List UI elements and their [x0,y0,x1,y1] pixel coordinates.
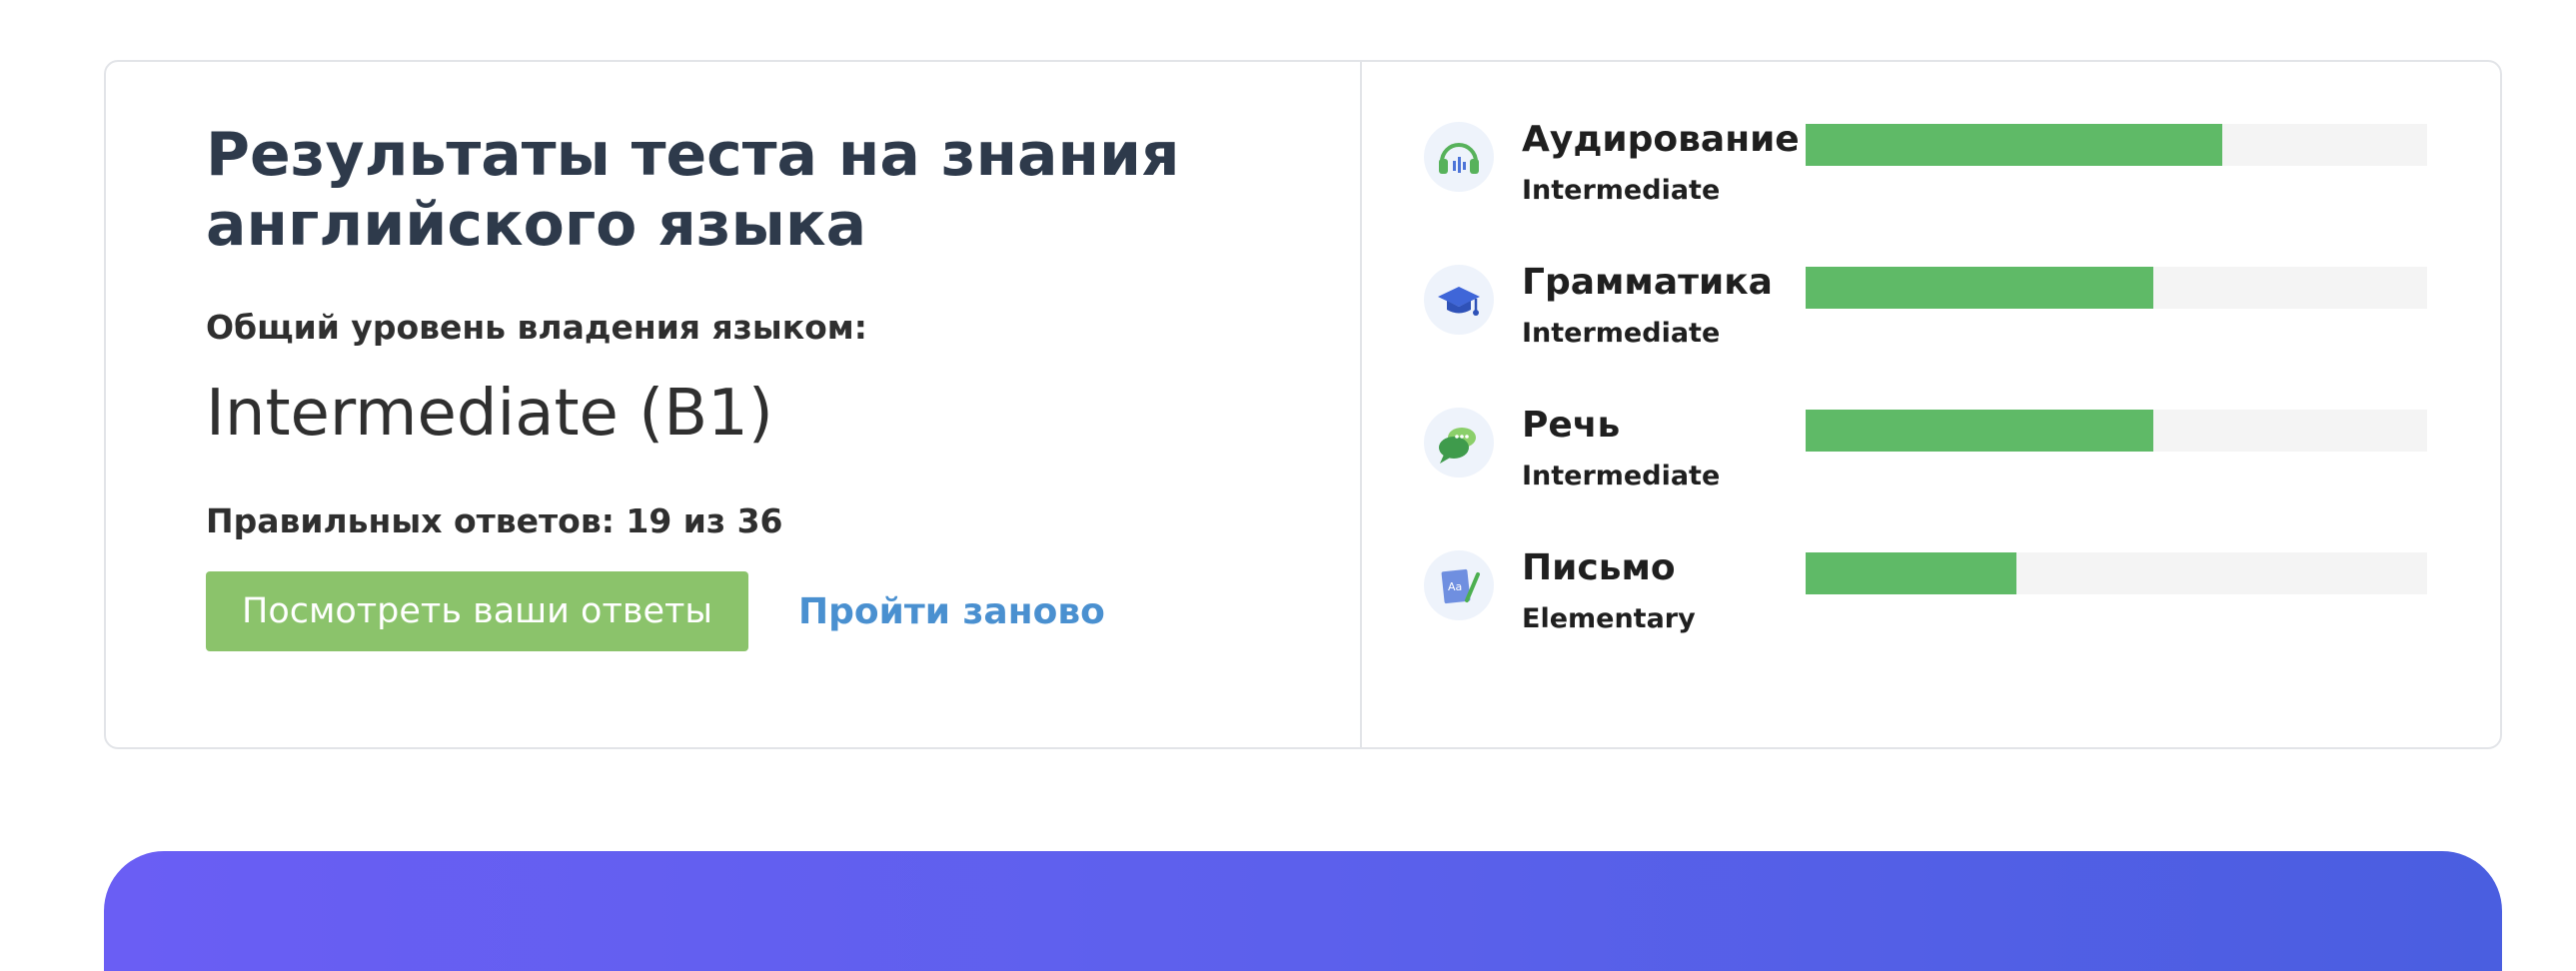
skill-name: Письмо [1522,547,1676,588]
skill-name: Аудирование [1522,119,1800,160]
skill-level: Intermediate [1522,175,1721,206]
skill-row-listening: Аудирование Intermediate [1424,118,2500,261]
skill-progress-track [1806,124,2427,166]
svg-text:Aa: Aa [1448,580,1462,593]
correct-answers-text: Правильных ответов: 19 из 36 [206,501,783,540]
skill-progress-fill [1806,267,2154,309]
overall-level-label: Общий уровень владения языком: [206,308,867,347]
skill-level: Elementary [1522,603,1696,634]
skill-progress-track [1806,267,2427,309]
actions: Посмотреть ваши ответы Пройти заново [206,571,1360,651]
graduation-cap-icon [1424,265,1494,335]
skill-row-writing: Aa Письмо Elementary [1424,546,2500,689]
retake-test-link[interactable]: Пройти заново [798,591,1105,632]
promo-banner [104,851,2502,971]
skill-name: Речь [1522,405,1621,446]
skill-level: Intermediate [1522,461,1721,491]
view-answers-button[interactable]: Посмотреть ваши ответы [206,571,749,651]
results-card: Результаты теста на знания английского я… [104,60,2502,749]
skill-progress-track [1806,410,2427,452]
notebook-pencil-icon: Aa [1424,550,1494,620]
skill-row-grammar: Грамматика Intermediate [1424,261,2500,404]
skill-progress-track [1806,552,2427,594]
overall-level-value: Intermediate (B1) [206,377,773,451]
skill-row-speaking: Речь Intermediate [1424,404,2500,546]
results-summary: Результаты теста на знания английского я… [106,62,1362,747]
skill-progress-fill [1806,410,2154,452]
skills-breakdown: Аудирование Intermediate Грамматика Inte… [1362,62,2500,747]
headphones-icon [1424,122,1494,192]
page-title: Результаты теста на знания английского я… [206,120,1180,260]
skill-name: Грамматика [1522,262,1773,303]
speech-bubble-icon [1424,408,1494,478]
skill-progress-fill [1806,124,2222,166]
skill-progress-fill [1806,552,2017,594]
skill-level: Intermediate [1522,318,1721,349]
